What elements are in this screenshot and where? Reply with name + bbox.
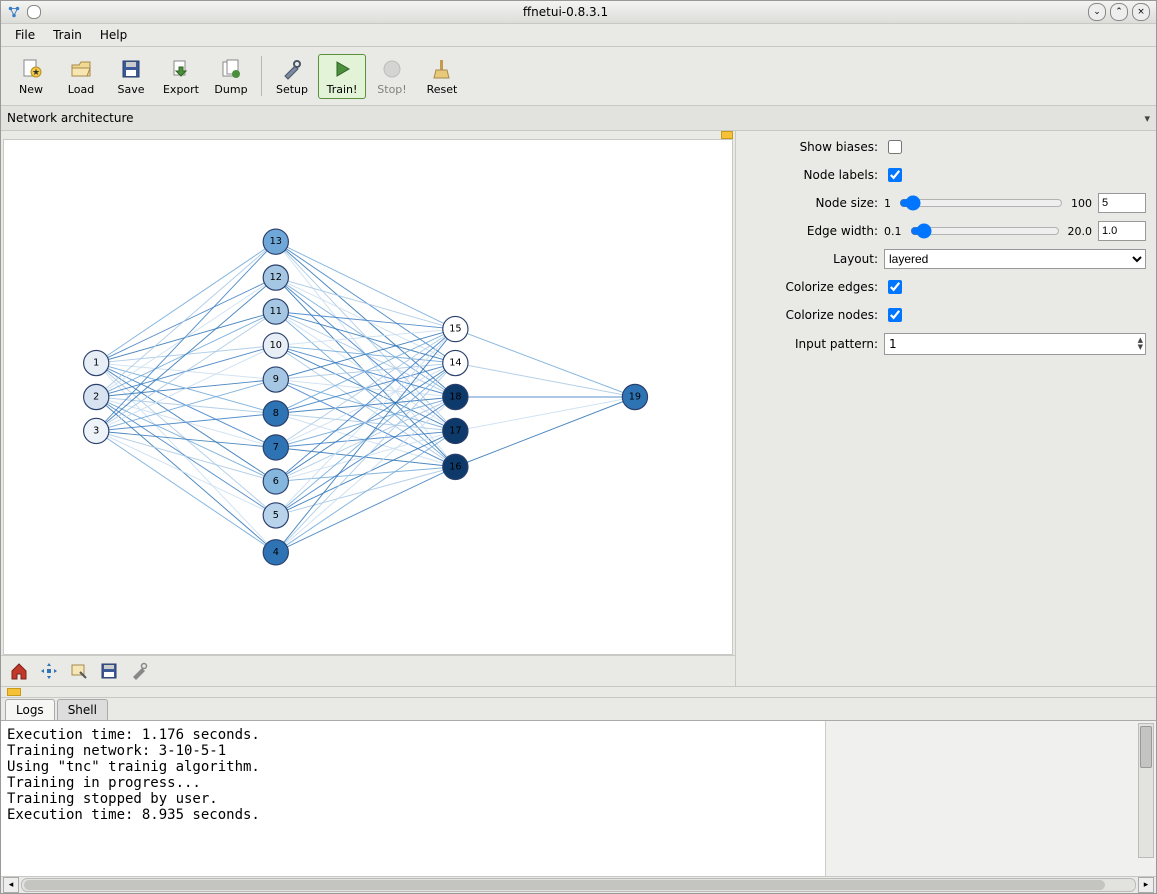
train-button[interactable]: Train! xyxy=(318,54,366,99)
edge-width-input[interactable] xyxy=(1098,221,1146,241)
svg-text:13: 13 xyxy=(270,236,282,247)
node-size-max: 100 xyxy=(1071,197,1092,210)
node-size-min: 1 xyxy=(884,197,891,210)
svg-text:16: 16 xyxy=(449,461,461,472)
stop-icon xyxy=(380,57,404,81)
svg-text:19: 19 xyxy=(629,392,641,403)
load-button[interactable]: Load xyxy=(57,54,105,99)
svg-text:4: 4 xyxy=(273,547,279,558)
show-biases-checkbox[interactable] xyxy=(888,140,902,154)
svg-text:7: 7 xyxy=(273,442,279,453)
svg-text:10: 10 xyxy=(270,340,282,351)
maximize-button[interactable]: ⌃ xyxy=(1110,3,1128,21)
svg-text:3: 3 xyxy=(93,425,99,436)
layout-select[interactable]: layered xyxy=(884,249,1146,269)
minimize-button[interactable]: ⌄ xyxy=(1088,3,1106,21)
node-size-slider[interactable] xyxy=(899,195,1063,211)
close-button[interactable]: × xyxy=(1132,3,1150,21)
horizontal-scrollbar[interactable]: ◂ ▸ xyxy=(1,876,1156,893)
matplotlib-toolbar xyxy=(1,655,735,686)
toolbar-separator xyxy=(261,56,262,96)
edge-width-min: 0.1 xyxy=(884,225,902,238)
input-pattern-label: Input pattern: xyxy=(746,337,878,351)
log-side-panel xyxy=(825,721,1156,876)
colorize-edges-label: Colorize edges: xyxy=(746,280,878,294)
spinner-arrows-icon[interactable]: ▲▼ xyxy=(1138,334,1143,354)
window-title: ffnetui-0.8.3.1 xyxy=(47,5,1084,19)
edge-width-slider[interactable] xyxy=(910,223,1060,239)
settings-panel: Show biases: Node labels: Node size: 1 1… xyxy=(736,131,1156,686)
splitter-handle-icon[interactable] xyxy=(721,131,733,139)
svg-text:15: 15 xyxy=(449,324,461,335)
chevron-down-icon: ▾ xyxy=(1144,112,1150,125)
svg-text:11: 11 xyxy=(270,306,282,317)
menu-help[interactable]: Help xyxy=(92,26,135,44)
app-icon xyxy=(7,5,21,19)
floppy-icon xyxy=(119,57,143,81)
input-pattern-spinner[interactable]: 1 ▲▼ xyxy=(884,333,1146,355)
svg-text:8: 8 xyxy=(273,408,279,419)
zoom-icon[interactable] xyxy=(69,661,89,681)
dump-icon xyxy=(219,57,243,81)
reset-button[interactable]: Reset xyxy=(418,54,466,99)
svg-text:9: 9 xyxy=(273,374,279,385)
svg-text:14: 14 xyxy=(449,358,461,369)
new-doc-icon: ★ xyxy=(19,57,43,81)
export-button[interactable]: Export xyxy=(157,54,205,99)
scroll-left-icon[interactable]: ◂ xyxy=(3,877,19,893)
colorize-edges-checkbox[interactable] xyxy=(888,280,902,294)
view-selector-label: Network architecture xyxy=(7,111,1144,125)
tab-shell[interactable]: Shell xyxy=(57,699,108,720)
broom-icon xyxy=(430,57,454,81)
tools-icon xyxy=(280,57,304,81)
splitter-handle-icon[interactable] xyxy=(7,688,21,696)
play-icon xyxy=(330,57,354,81)
folder-open-icon xyxy=(69,57,93,81)
svg-text:1: 1 xyxy=(93,358,99,369)
layout-label: Layout: xyxy=(746,252,878,266)
node-labels-label: Node labels: xyxy=(746,168,878,182)
dump-button[interactable]: Dump xyxy=(207,54,255,99)
menubar: File Train Help xyxy=(1,24,1156,47)
new-button[interactable]: ★ New xyxy=(7,54,55,99)
save-button[interactable]: Save xyxy=(107,54,155,99)
show-biases-label: Show biases: xyxy=(746,140,878,154)
scroll-right-icon[interactable]: ▸ xyxy=(1138,877,1154,893)
tab-logs[interactable]: Logs xyxy=(5,699,55,720)
export-icon xyxy=(169,57,193,81)
colorize-nodes-label: Colorize nodes: xyxy=(746,308,878,322)
pan-icon[interactable] xyxy=(39,661,59,681)
menu-file[interactable]: File xyxy=(7,26,43,44)
edge-width-max: 20.0 xyxy=(1068,225,1093,238)
view-selector[interactable]: Network architecture ▾ xyxy=(1,106,1156,131)
network-canvas[interactable]: 12313121110987654151418171619 xyxy=(3,139,733,655)
input-pattern-value: 1 xyxy=(889,337,897,351)
node-labels-checkbox[interactable] xyxy=(888,168,902,182)
document-icon xyxy=(27,5,41,19)
svg-text:5: 5 xyxy=(273,510,279,521)
network-graph: 12313121110987654151418171619 xyxy=(4,140,732,654)
canvas-save-icon[interactable] xyxy=(99,661,119,681)
edge-width-label: Edge width: xyxy=(746,224,878,238)
vertical-scrollbar[interactable] xyxy=(1138,723,1154,858)
titlebar: ffnetui-0.8.3.1 ⌄ ⌃ × xyxy=(1,1,1156,24)
svg-text:★: ★ xyxy=(32,68,40,78)
node-size-input[interactable] xyxy=(1098,193,1146,213)
svg-text:2: 2 xyxy=(93,392,99,403)
svg-text:17: 17 xyxy=(449,425,461,436)
stop-button: Stop! xyxy=(368,54,416,99)
toolbar: ★ New Load Save Export Dump Setup Train! xyxy=(1,47,1156,106)
log-output[interactable]: Execution time: 1.176 seconds. Training … xyxy=(1,721,825,876)
colorize-nodes-checkbox[interactable] xyxy=(888,308,902,322)
svg-text:18: 18 xyxy=(449,392,461,403)
svg-text:12: 12 xyxy=(270,272,282,283)
menu-train[interactable]: Train xyxy=(45,26,90,44)
svg-text:6: 6 xyxy=(273,476,279,487)
setup-button[interactable]: Setup xyxy=(268,54,316,99)
node-size-label: Node size: xyxy=(746,196,878,210)
configure-icon[interactable] xyxy=(129,661,149,681)
home-icon[interactable] xyxy=(9,661,29,681)
log-tabs: Logs Shell xyxy=(1,698,1156,720)
